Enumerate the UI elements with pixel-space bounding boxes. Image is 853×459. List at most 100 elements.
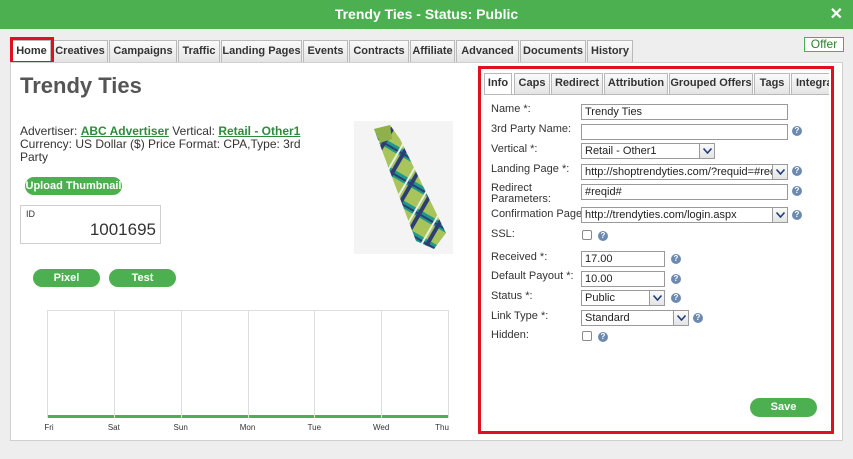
- redirect-label-line2: Parameters:: [491, 193, 551, 205]
- tab-history[interactable]: History: [587, 40, 633, 62]
- chart-x-tick-label: Sun: [173, 423, 188, 432]
- status-label: Status *:: [491, 290, 533, 302]
- chart-gridline: [47, 310, 48, 418]
- save-button[interactable]: Save: [750, 398, 817, 417]
- status-select[interactable]: Public: [581, 290, 665, 306]
- title-bar: Trendy Ties - Status: Public ✕: [0, 0, 853, 29]
- chart-x-tick-label: Fri: [44, 423, 54, 432]
- offer-badge: Offer: [804, 37, 844, 52]
- tab-creatives[interactable]: Creatives: [52, 40, 108, 62]
- hidden-label: Hidden:: [491, 329, 529, 341]
- default-payout-input[interactable]: 10.00: [581, 271, 665, 287]
- help-icon[interactable]: ?: [792, 210, 802, 220]
- id-value: 1001695: [89, 220, 156, 239]
- vertical-link[interactable]: Retail - Other1: [218, 124, 300, 138]
- tab-tags[interactable]: Tags: [754, 73, 790, 94]
- vertical-field-label: Vertical *:: [491, 143, 538, 155]
- redirect-label: Redirect Parameters:: [491, 183, 551, 205]
- help-icon[interactable]: ?: [598, 332, 608, 342]
- chevron-down-icon: [772, 165, 787, 179]
- chevron-down-icon: [699, 144, 714, 158]
- help-icon[interactable]: ?: [671, 274, 681, 284]
- tab-grouped-offers[interactable]: Grouped Offers: [669, 73, 753, 94]
- tab-documents[interactable]: Documents: [520, 40, 586, 62]
- chart-gridline: [181, 310, 182, 418]
- name-input[interactable]: Trendy Ties: [581, 104, 788, 120]
- hidden-checkbox[interactable]: [582, 331, 592, 341]
- window-title: Trendy Ties - Status: Public: [334, 6, 519, 22]
- info-tabs: Info Caps Redirect Attribution Grouped O…: [484, 73, 829, 94]
- test-button[interactable]: Test: [109, 269, 176, 287]
- vertical-select-value: Retail - Other1: [585, 145, 657, 157]
- chart-gridline: [448, 310, 449, 418]
- status-value: Public: [585, 292, 615, 304]
- third-party-input[interactable]: [581, 124, 788, 140]
- tab-info[interactable]: Info: [484, 73, 512, 94]
- offer-meta: Advertiser: ABC Advertiser Vertical: Ret…: [20, 125, 320, 164]
- landing-page-value: http://shoptrendyties.com/?requid=#reqid: [585, 166, 785, 178]
- chart-x-tick-label: Mon: [239, 423, 256, 432]
- product-thumbnail: [354, 121, 453, 254]
- tab-landing-pages[interactable]: Landing Pages: [221, 40, 302, 62]
- link-type-label: Link Type *:: [491, 310, 549, 322]
- chart-x-tick-label: Sat: [107, 423, 120, 432]
- chart-x-tick-label: Thu: [435, 423, 449, 432]
- help-icon[interactable]: ?: [792, 166, 802, 176]
- confirmation-select[interactable]: http://trendyties.com/login.aspx: [581, 207, 788, 223]
- advertiser-label: Advertiser:: [20, 124, 78, 138]
- upload-thumbnail-button[interactable]: Upload Thumbnail: [25, 177, 122, 195]
- landing-page-select[interactable]: http://shoptrendyties.com/?requid=#reqid: [581, 164, 788, 180]
- tie-image: [374, 125, 446, 249]
- home-tab-highlight: [10, 37, 54, 64]
- currency-text: Currency: US Dollar ($) Price Format: CP…: [20, 137, 301, 164]
- help-icon[interactable]: ?: [792, 186, 802, 196]
- info-tabs-divider: [484, 94, 829, 95]
- advertiser-link[interactable]: ABC Advertiser: [81, 124, 169, 138]
- ssl-label: SSL:: [491, 228, 515, 240]
- help-icon[interactable]: ?: [671, 254, 681, 264]
- chart-gridline: [114, 310, 115, 418]
- tab-caps[interactable]: Caps: [514, 73, 550, 94]
- tab-integrations[interactable]: Integrat: [791, 73, 829, 94]
- vertical-label: Vertical:: [172, 124, 215, 138]
- tab-redirect[interactable]: Redirect: [551, 73, 603, 94]
- tab-events[interactable]: Events: [303, 40, 348, 62]
- default-payout-label: Default Payout *:: [491, 270, 574, 282]
- tab-affiliate[interactable]: Affiliate: [410, 40, 455, 62]
- pixel-button[interactable]: Pixel: [33, 269, 100, 287]
- link-type-value: Standard: [585, 312, 630, 324]
- chart-gridline: [381, 310, 382, 418]
- tab-campaigns[interactable]: Campaigns: [109, 40, 177, 62]
- third-party-label: 3rd Party Name:: [491, 123, 572, 135]
- help-icon[interactable]: ?: [598, 231, 608, 241]
- chart-x-tick-label: Tue: [307, 423, 322, 432]
- chevron-down-icon: [772, 208, 787, 222]
- confirmation-label: Confirmation Page:: [491, 208, 586, 220]
- chart-gridline: [314, 310, 315, 418]
- link-type-select[interactable]: Standard: [581, 310, 689, 326]
- tab-attribution[interactable]: Attribution: [604, 73, 668, 94]
- id-label: ID: [26, 209, 35, 219]
- tab-advanced[interactable]: Advanced: [456, 40, 519, 62]
- close-icon[interactable]: ✕: [830, 4, 843, 24]
- offer-name: Trendy Ties: [20, 73, 142, 98]
- received-input[interactable]: 17.00: [581, 251, 665, 267]
- offer-window: Trendy Ties - Status: Public ✕ Home Crea…: [0, 0, 853, 459]
- help-icon[interactable]: ?: [671, 293, 681, 303]
- name-label: Name *:: [491, 103, 531, 115]
- info-panel-highlight: [478, 66, 834, 434]
- chevron-down-icon: [673, 311, 688, 325]
- help-icon[interactable]: ?: [792, 126, 802, 136]
- confirmation-value: http://trendyties.com/login.aspx: [585, 209, 737, 221]
- chart-gridline: [248, 310, 249, 418]
- received-label: Received *:: [491, 251, 548, 263]
- help-icon[interactable]: ?: [693, 313, 703, 323]
- tab-traffic[interactable]: Traffic: [178, 40, 220, 62]
- ssl-checkbox[interactable]: [582, 230, 592, 240]
- chart-x-tick-label: Wed: [373, 423, 390, 432]
- redirect-params-input[interactable]: #reqid#: [581, 184, 788, 200]
- chevron-down-icon: [649, 291, 664, 305]
- vertical-select[interactable]: Retail - Other1: [581, 143, 715, 159]
- tab-contracts[interactable]: Contracts: [349, 40, 409, 62]
- id-box: ID 1001695: [20, 205, 161, 244]
